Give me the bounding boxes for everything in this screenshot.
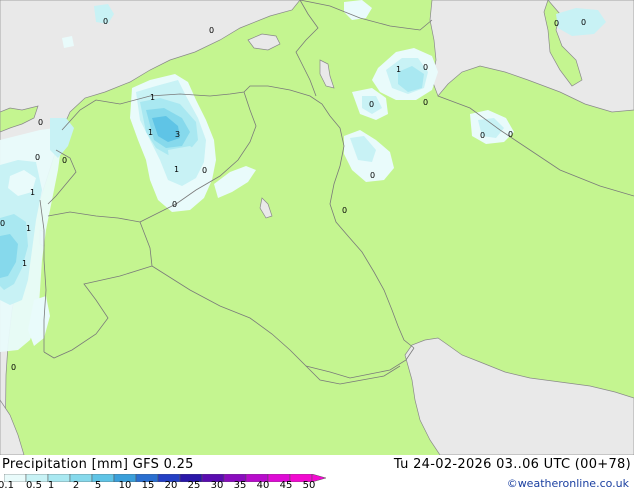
map-canvas: 0 0 0 0 1 1 3 1 0 0 0 0 1 0 0 0 1 0 1 1 … [0, 0, 634, 455]
value-label: 3 [175, 130, 180, 139]
scale-tick: 10 [118, 480, 132, 491]
value-label: 1 [22, 259, 27, 268]
value-label: 0 [370, 171, 375, 180]
value-label: 1 [396, 65, 401, 74]
value-label: 1 [26, 224, 31, 233]
value-label: 0 [103, 17, 108, 26]
value-label: 0 [62, 156, 67, 165]
value-label: 0 [480, 131, 485, 140]
value-label: 0 [508, 130, 513, 139]
value-label: 1 [150, 93, 155, 102]
value-label: 1 [148, 128, 153, 137]
scale-tick: 15 [141, 480, 155, 491]
value-label: 0 [172, 200, 177, 209]
scale-tick: 50 [302, 480, 316, 491]
scale-tick: 45 [279, 480, 293, 491]
map-footer: Precipitation [mm] GFS 0.25 Tu 24-02-202… [0, 455, 634, 491]
scale-tick: 40 [256, 480, 270, 491]
value-label: 1 [30, 188, 35, 197]
value-label: 0 [0, 219, 5, 228]
scale-tick: 1 [47, 480, 55, 491]
credit-link[interactable]: ©weatheronline.co.uk [507, 477, 629, 490]
precipitation-map: 0 0 0 0 1 1 3 1 0 0 0 0 1 0 0 0 1 0 1 1 … [0, 0, 634, 455]
value-label: 0 [11, 363, 16, 372]
value-label: 0 [342, 206, 347, 215]
scale-tick: 0.5 [26, 480, 42, 491]
forecast-time: Tu 24-02-2026 03..06 UTC (00+78) [393, 457, 631, 472]
scale-tick: 25 [187, 480, 201, 491]
value-label: 0 [38, 118, 43, 127]
scale-tick: 30 [210, 480, 224, 491]
value-label: 0 [202, 166, 207, 175]
value-label: 1 [174, 165, 179, 174]
value-label: 0 [35, 153, 40, 162]
rain-area-small-north [62, 36, 74, 48]
scale-tick: 2 [72, 480, 80, 491]
value-label: 0 [554, 19, 559, 28]
map-title: Precipitation [mm] GFS 0.25 [2, 457, 194, 472]
scale-tick: 5 [94, 480, 102, 491]
value-label: 0 [423, 63, 428, 72]
scale-tick: 35 [233, 480, 247, 491]
scale-tick: 20 [164, 480, 178, 491]
scale-tick: 0.1 [0, 480, 14, 491]
value-label: 0 [209, 26, 214, 35]
value-label: 0 [423, 98, 428, 107]
value-label: 0 [369, 100, 374, 109]
value-label: 0 [581, 18, 586, 27]
